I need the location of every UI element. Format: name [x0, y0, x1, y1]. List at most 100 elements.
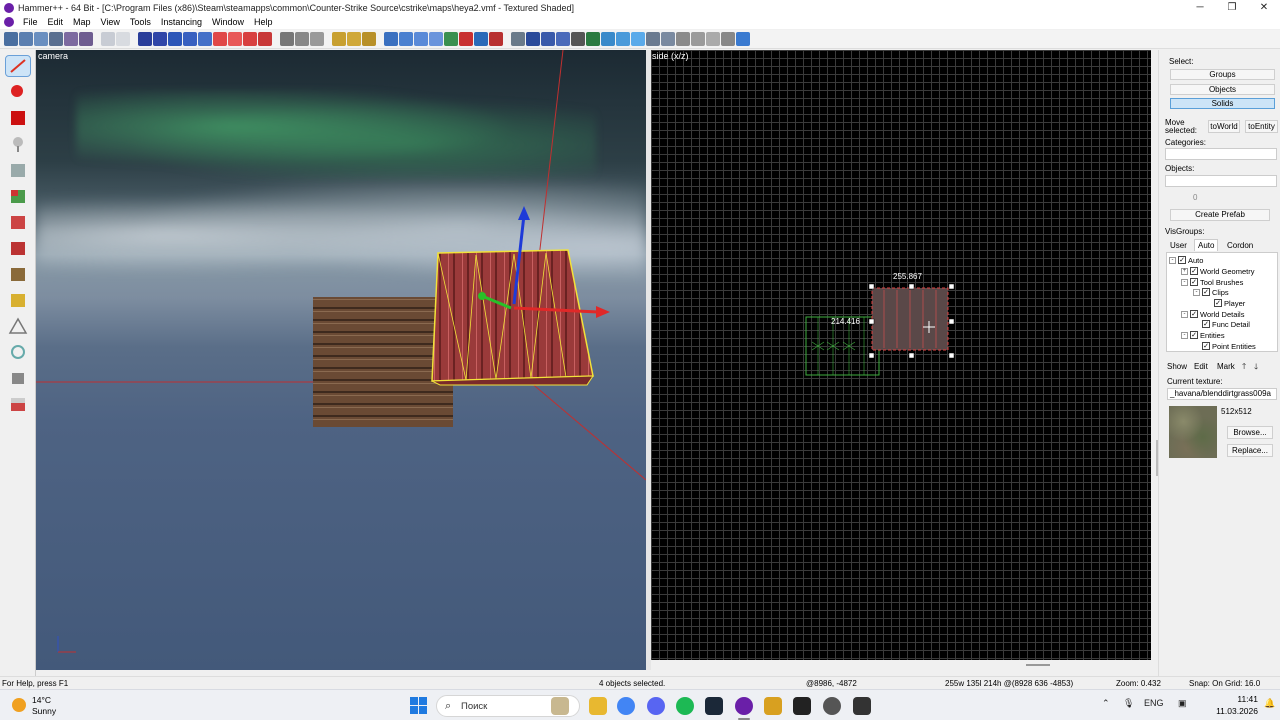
tab-visgroups-auto[interactable]: Auto — [1194, 239, 1219, 251]
texture-lock-icon[interactable] — [64, 32, 78, 46]
notification-bell-icon[interactable]: 🔔 — [1264, 698, 1275, 709]
manipulate-icon[interactable] — [429, 32, 443, 46]
input-language[interactable]: ENG — [1144, 698, 1164, 708]
gizmo-x-arrow[interactable] — [596, 306, 610, 318]
region-icon[interactable] — [258, 32, 272, 46]
tree-expander[interactable]: - — [1181, 278, 1188, 286]
steam-icon[interactable] — [705, 697, 723, 715]
hammer-taskbar-icon[interactable] — [735, 697, 753, 715]
gizmo-z-arrow[interactable] — [518, 206, 530, 220]
tree-item-world-geometry[interactable]: + ✓ World Geometry — [1181, 266, 1254, 276]
grid-larger-icon[interactable] — [34, 32, 48, 46]
run-map-icon[interactable] — [489, 32, 503, 46]
tree-item-player[interactable]: ✓ Player — [1214, 298, 1245, 308]
grid-toggle-icon[interactable] — [4, 32, 18, 46]
texture-application-icon[interactable] — [414, 32, 428, 46]
cm-icon[interactable] — [571, 32, 585, 46]
grid-smaller-icon[interactable] — [19, 32, 33, 46]
select-objects-button[interactable]: Objects — [1170, 84, 1275, 95]
to-entity-button[interactable]: toEntity — [1245, 120, 1278, 133]
crosshair-icon[interactable] — [721, 32, 735, 46]
tree-item-point-entities[interactable]: ✓ Point Entities — [1202, 341, 1256, 351]
model-icon[interactable] — [676, 32, 690, 46]
camera-viewport[interactable]: camera — [36, 50, 646, 670]
tree-item-entities[interactable]: - ✓ Entities — [1181, 330, 1225, 340]
menu-tools[interactable]: Tools — [125, 17, 156, 27]
menu-window[interactable]: Window — [207, 17, 249, 27]
tree-expander[interactable]: - — [1181, 310, 1188, 318]
gizmo-y-handle[interactable] — [478, 292, 486, 300]
redo-icon[interactable] — [116, 32, 130, 46]
create-prefab-button[interactable]: Create Prefab — [1170, 209, 1270, 221]
align-icon[interactable] — [362, 32, 376, 46]
checkbox-checked-icon[interactable]: ✓ — [1190, 310, 1198, 318]
checkbox-checked-icon[interactable]: ✓ — [1214, 299, 1222, 307]
lock-icon[interactable] — [691, 32, 705, 46]
window-tile-icon[interactable] — [556, 32, 570, 46]
settings-app-icon[interactable] — [823, 697, 841, 715]
cordon-icon[interactable] — [243, 32, 257, 46]
entity-report-icon[interactable] — [474, 32, 488, 46]
move-to-world-icon[interactable] — [183, 32, 197, 46]
search-highlight-icon[interactable] — [551, 697, 569, 715]
carve-icon[interactable] — [79, 32, 93, 46]
document-icon[interactable] — [4, 17, 14, 27]
app-icon[interactable] — [764, 697, 782, 715]
weather-temperature[interactable]: 14°C — [32, 695, 51, 705]
tab-visgroups-cordon[interactable]: Cordon — [1224, 240, 1256, 252]
show-visgroup-button[interactable]: Show — [1167, 362, 1187, 371]
checkbox-checked-icon[interactable]: ✓ — [1190, 331, 1198, 339]
camera-tool-icon[interactable] — [6, 108, 30, 128]
tree-item-func-detail[interactable]: ✓ Func Detail — [1202, 319, 1250, 329]
tree-item-tool-brushes[interactable]: - ✓ Tool Brushes — [1181, 277, 1243, 287]
panel-resize-handle[interactable] — [1156, 440, 1158, 476]
sun-icon[interactable] — [12, 698, 26, 712]
paste-icon[interactable] — [310, 32, 324, 46]
tree-item-clips[interactable]: - ✓ Clips — [1193, 287, 1229, 297]
cut-icon[interactable] — [280, 32, 294, 46]
selected-brush[interactable] — [431, 249, 594, 382]
move-up-arrow-icon[interactable]: 🡑 — [1242, 361, 1246, 375]
grid-icon[interactable] — [541, 32, 555, 46]
camera-view-label[interactable]: camera — [38, 51, 68, 61]
tree-expander[interactable]: + — [1181, 267, 1188, 275]
selection-tool-icon[interactable] — [4, 55, 31, 77]
texture-tool-icon[interactable] — [6, 186, 30, 206]
overlay-app-icon[interactable] — [853, 697, 871, 715]
vertex-icon[interactable] — [511, 32, 525, 46]
file-explorer-icon[interactable] — [589, 697, 607, 715]
move-down-arrow-icon[interactable]: 🡓 — [1254, 361, 1258, 375]
flip-vertical-icon[interactable] — [347, 32, 361, 46]
maximize-button[interactable]: ❐ — [1216, 0, 1248, 15]
snap-grid-icon[interactable] — [49, 32, 63, 46]
wood-brush[interactable] — [313, 297, 453, 427]
tree-expander[interactable]: - — [1193, 288, 1200, 296]
globe-icon[interactable] — [526, 32, 540, 46]
clock-time[interactable]: 11:41 — [1218, 694, 1258, 704]
replace-button[interactable]: Replace... — [1227, 444, 1273, 457]
browse-button[interactable]: Browse... — [1227, 426, 1273, 439]
menu-map[interactable]: Map — [68, 17, 96, 27]
texture-preview[interactable] — [1169, 406, 1217, 458]
tie-to-entity-icon[interactable] — [168, 32, 182, 46]
chrome-icon[interactable] — [617, 697, 635, 715]
hide-selected-icon[interactable] — [198, 32, 212, 46]
pointer-icon[interactable] — [399, 32, 413, 46]
sphere-icon[interactable] — [586, 32, 600, 46]
menu-view[interactable]: View — [96, 17, 125, 27]
flip-horizontal-icon[interactable] — [332, 32, 346, 46]
group-icon[interactable] — [138, 32, 152, 46]
select-solids-button[interactable]: Solids — [1170, 98, 1275, 109]
edit-visgroup-button[interactable]: Edit — [1194, 362, 1208, 371]
objects-dropdown[interactable] — [1165, 175, 1277, 187]
scrollbar-thumb[interactable] — [1026, 664, 1050, 666]
mark-visgroup-button[interactable]: Mark — [1217, 362, 1235, 371]
path-tool-icon[interactable] — [6, 342, 30, 362]
to-world-button[interactable]: toWorld — [1208, 120, 1240, 133]
minimize-button[interactable]: ─ — [1184, 0, 1216, 15]
block-tool-icon[interactable] — [6, 160, 30, 180]
tree-expander[interactable]: - — [1181, 331, 1188, 339]
checkbox-checked-icon[interactable]: ✓ — [1178, 256, 1186, 264]
discord-icon[interactable] — [647, 697, 665, 715]
objects-count[interactable]: 0 — [1193, 193, 1197, 202]
